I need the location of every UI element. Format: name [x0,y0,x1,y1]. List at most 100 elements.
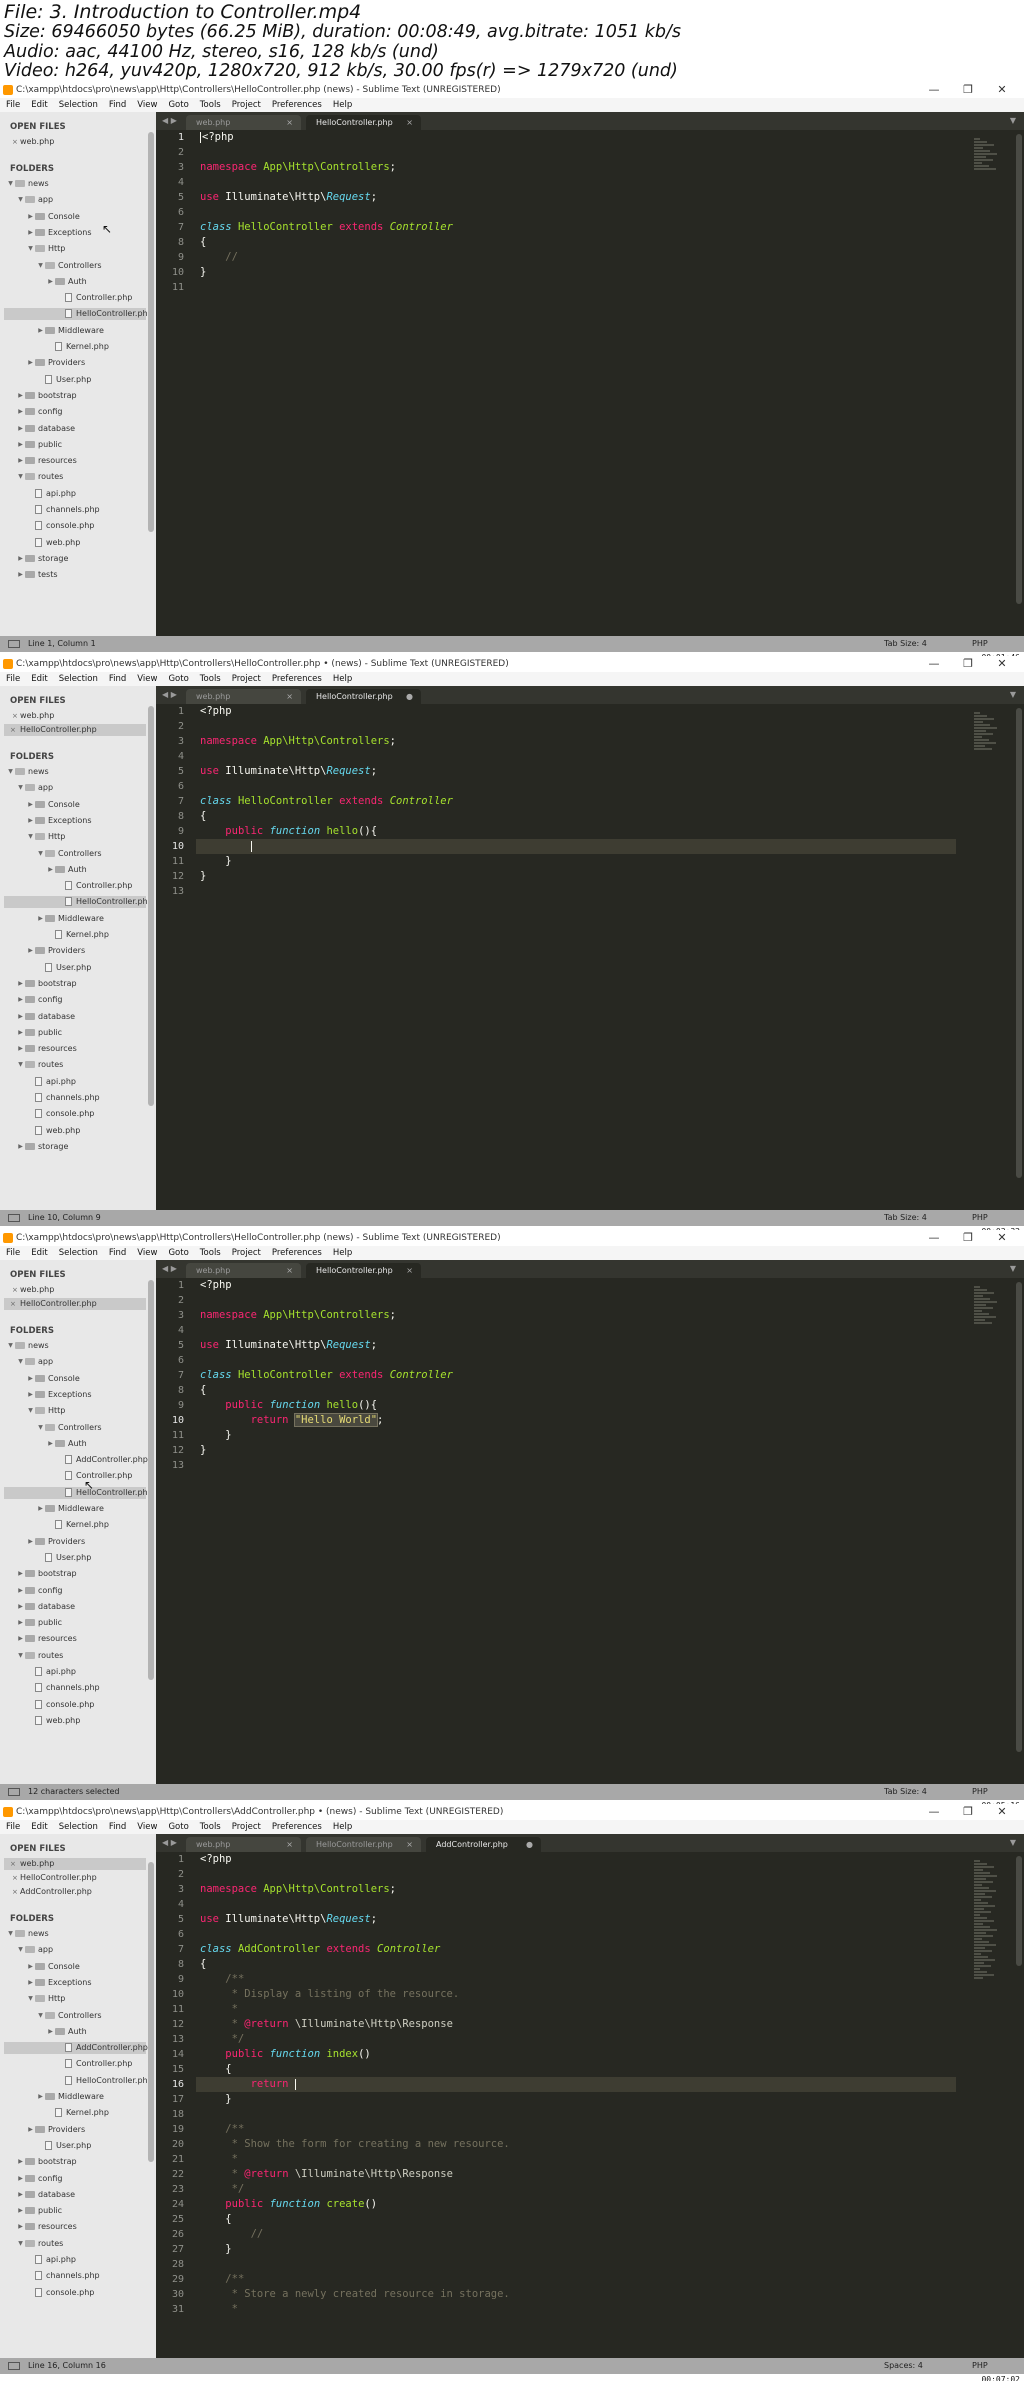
sidebar-scrollbar[interactable] [148,132,154,532]
menu-goto[interactable]: Goto [168,100,188,110]
tab-size-status[interactable]: Tab Size: 4 [884,1210,927,1226]
expand-triangle-open-icon[interactable]: ▼ [6,1340,15,1352]
close-file-icon[interactable]: × [12,136,18,148]
tree-item[interactable]: ▶ Console [26,211,80,223]
panel-toggle-icon[interactable] [8,2362,20,2370]
tab-close-icon[interactable]: × [406,115,413,130]
close-button[interactable]: ✕ [988,1230,1016,1246]
panel-toggle-icon[interactable] [8,1214,20,1222]
panel-toggle-icon[interactable] [8,640,20,648]
menu-goto[interactable]: Goto [168,1248,188,1258]
menu-edit[interactable]: Edit [31,1248,47,1258]
tab-dropdown-icon[interactable]: ▼ [1010,686,1016,704]
tree-item[interactable]: HelloController.php [56,2075,153,2087]
expand-triangle-closed-icon[interactable]: ▶ [16,390,25,402]
unsaved-dot-icon[interactable]: ● [526,1837,533,1852]
code-text[interactable]: <?php namespace App\Http\Controllers; us… [196,1278,956,1473]
tab-nav-arrows-icon[interactable]: ◀ ▶ [162,112,177,130]
tab-close-icon[interactable]: × [406,1263,413,1278]
menu-tools[interactable]: Tools [200,100,221,110]
menu-project[interactable]: Project [232,674,261,684]
tab-size-status[interactable]: Tab Size: 4 [884,1784,927,1800]
minimize-button[interactable]: — [920,656,948,672]
tree-item[interactable]: ▼ Http [26,831,65,843]
tab-nav-arrows-icon[interactable]: ◀ ▶ [162,686,177,704]
expand-triangle-open-icon[interactable]: ▼ [16,1059,25,1071]
close-button[interactable]: ✕ [988,1804,1016,1820]
tree-item[interactable]: AddController.php [4,2042,148,2055]
editor-tab[interactable]: web.php × [186,1263,301,1278]
expand-triangle-closed-icon[interactable]: ▶ [46,276,55,288]
menu-find[interactable]: Find [109,100,126,110]
tab-close-icon[interactable]: × [286,115,293,130]
tree-item[interactable]: ▶ Auth [46,2026,87,2038]
menu-goto[interactable]: Goto [168,1822,188,1832]
tab-size-status[interactable]: Tab Size: 4 [884,636,927,652]
close-file-icon[interactable]: × [10,724,16,736]
code-editor[interactable]: ◀ ▶ web.php × HelloController.php × ▼ 1 2 3… [156,112,1024,636]
tree-item[interactable]: channels.php [26,1682,100,1694]
tab-close-icon[interactable]: × [286,689,293,704]
close-file-icon[interactable]: × [12,710,18,722]
tree-item[interactable]: console.php [26,2287,94,2299]
tree-item[interactable]: ▶ Exceptions [26,815,91,827]
editor-tab[interactable]: web.php × [186,1837,301,1852]
expand-triangle-open-icon[interactable]: ▼ [16,1356,25,1368]
tree-item[interactable]: User.php [36,2140,91,2152]
tab-nav-arrows-icon[interactable]: ◀ ▶ [162,1834,177,1852]
tree-item[interactable]: ▼ routes [16,471,63,483]
menu-help[interactable]: Help [333,1822,352,1832]
maximize-button[interactable]: ❐ [954,1230,982,1246]
tree-item[interactable]: ▶ public [16,1617,62,1629]
close-file-icon[interactable]: × [12,1872,18,1884]
tree-item[interactable]: AddController.php [56,1454,148,1466]
menu-view[interactable]: View [137,1248,157,1258]
maximize-button[interactable]: ❐ [954,1804,982,1820]
expand-triangle-closed-icon[interactable]: ▶ [16,2189,25,2201]
close-button[interactable]: ✕ [988,656,1016,672]
tab-close-icon[interactable]: × [286,1263,293,1278]
expand-triangle-closed-icon[interactable]: ▶ [26,945,35,957]
code-editor[interactable]: ◀ ▶ web.php × HelloController.php ● ▼ 1 2 3… [156,686,1024,1210]
menu-view[interactable]: View [137,1822,157,1832]
expand-triangle-closed-icon[interactable]: ▶ [26,799,35,811]
menu-file[interactable]: File [6,1248,20,1258]
expand-triangle-closed-icon[interactable]: ▶ [16,2173,25,2185]
menu-view[interactable]: View [137,100,157,110]
menu-edit[interactable]: Edit [31,100,47,110]
tree-item[interactable]: ▼ routes [16,2238,63,2250]
tree-item[interactable]: ▶ Middleware [36,913,104,925]
expand-triangle-closed-icon[interactable]: ▶ [16,1585,25,1597]
expand-triangle-closed-icon[interactable]: ▶ [16,1027,25,1039]
editor-tab[interactable]: HelloController.php × [306,1263,421,1278]
tree-item[interactable]: ▶ resources [16,1043,77,1055]
expand-triangle-closed-icon[interactable]: ▶ [16,994,25,1006]
editor-tab[interactable]: web.php × [186,115,301,130]
expand-triangle-closed-icon[interactable]: ▶ [16,439,25,451]
tree-item[interactable]: ▶ Exceptions [26,1977,91,1989]
tab-dropdown-icon[interactable]: ▼ [1010,112,1016,130]
tab-dropdown-icon[interactable]: ▼ [1010,1260,1016,1278]
code-text[interactable]: <?php namespace App\Http\Controllers; us… [196,1852,956,2317]
editor-tab[interactable]: HelloController.php ● [306,689,421,704]
menu-selection[interactable]: Selection [59,1822,98,1832]
minimap[interactable] [974,138,1000,171]
menu-selection[interactable]: Selection [59,674,98,684]
open-file-item[interactable]: × web.php [10,710,54,722]
close-file-icon[interactable]: × [10,1858,16,1870]
tree-item[interactable]: User.php [36,962,91,974]
tree-item[interactable]: web.php [26,1715,80,1727]
expand-triangle-open-icon[interactable]: ▼ [36,1422,45,1434]
tree-item[interactable]: ▼ Controllers [36,1422,101,1434]
tree-item[interactable]: Controller.php [56,1470,132,1482]
tree-item[interactable]: ▶ config [16,994,62,1006]
menu-project[interactable]: Project [232,1248,261,1258]
tree-item[interactable]: channels.php [26,1092,100,1104]
expand-triangle-closed-icon[interactable]: ▶ [16,406,25,418]
tree-item[interactable]: ▼ routes [16,1059,63,1071]
expand-triangle-open-icon[interactable]: ▼ [26,1993,35,2005]
expand-triangle-closed-icon[interactable]: ▶ [16,2156,25,2168]
tree-item[interactable]: ▶ tests [16,569,57,581]
tree-item[interactable]: ▶ public [16,1027,62,1039]
tree-item[interactable]: User.php [36,1552,91,1564]
